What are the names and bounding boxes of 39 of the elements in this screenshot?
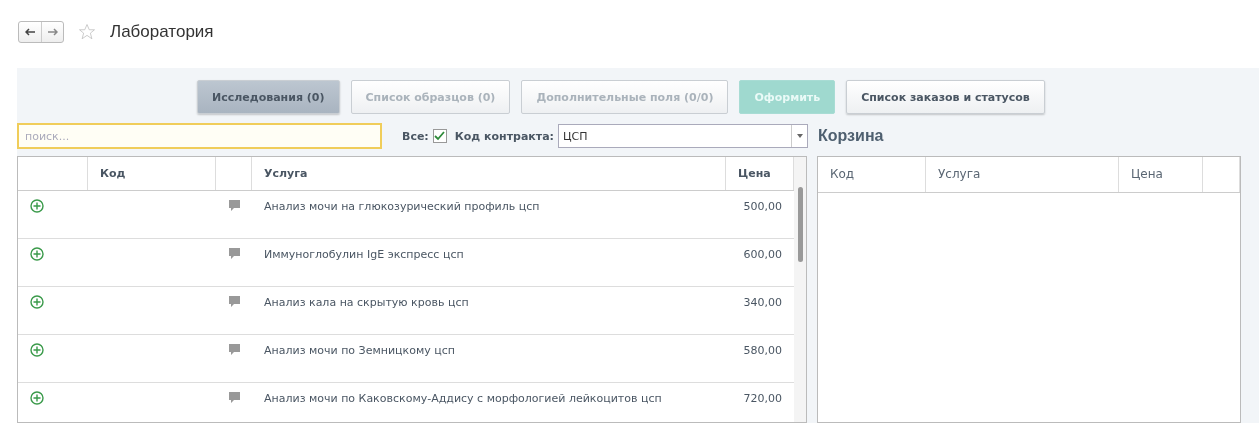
column-header: Услуга — [252, 157, 726, 190]
table-cell-text: Анализ кала на скрытую кровь цсп — [263, 295, 470, 311]
add-icon[interactable] — [30, 391, 44, 405]
search-field[interactable]: поиск... — [17, 123, 382, 149]
table-cell-text: 580,00 — [742, 343, 783, 359]
dropdown-icon[interactable] — [796, 134, 803, 138]
add-icon[interactable] — [30, 247, 44, 261]
cart-title: Корзина — [818, 127, 884, 145]
contract-label: Код контракта: — [454, 129, 554, 143]
all-label: Все: — [402, 129, 429, 143]
comment-icon[interactable] — [228, 343, 241, 356]
table-cell-text: Анализ мочи на глюкозурический профиль цсп — [263, 199, 541, 215]
add-icon[interactable] — [30, 343, 44, 357]
contract-select[interactable]: ЦСП — [558, 124, 808, 148]
tab-button[interactable]: Исследования (0) — [197, 80, 340, 114]
comment-icon[interactable] — [228, 247, 241, 260]
table-cell-text: 500,00 — [742, 199, 783, 215]
comment-icon[interactable] — [228, 391, 241, 404]
page-title: Лаборатория — [110, 22, 214, 42]
scrollbar[interactable] — [794, 157, 806, 422]
right-arrow-icon — [47, 28, 58, 36]
add-icon[interactable] — [30, 199, 44, 213]
column-header: Услуга — [926, 157, 1119, 192]
star-icon[interactable] — [78, 23, 96, 41]
column-header: Код — [818, 157, 926, 192]
left-arrow-icon — [25, 28, 35, 36]
column-header: Цена — [1119, 157, 1203, 192]
table-cell-text: 600,00 — [742, 247, 783, 263]
table-cell-text: 720,00 — [742, 391, 783, 407]
comment-icon[interactable] — [228, 199, 241, 212]
comment-icon[interactable] — [228, 295, 241, 308]
add-icon[interactable] — [30, 295, 44, 309]
table-cell-text: Анализ мочи по Каковскому-Аддису с морфологией лейкоцитов цсп — [263, 391, 663, 407]
table-cell-text: Иммуноглобулин IgE экспресс цсп — [263, 247, 465, 263]
table-cell-text: 340,00 — [742, 295, 783, 311]
column-header: Код — [88, 157, 216, 190]
action-button[interactable]: Список заказов и статусов — [846, 80, 1045, 114]
table-cell-text: Анализ мочи по Земницкому цсп — [263, 343, 456, 359]
all-checkbox[interactable] — [432, 129, 447, 143]
